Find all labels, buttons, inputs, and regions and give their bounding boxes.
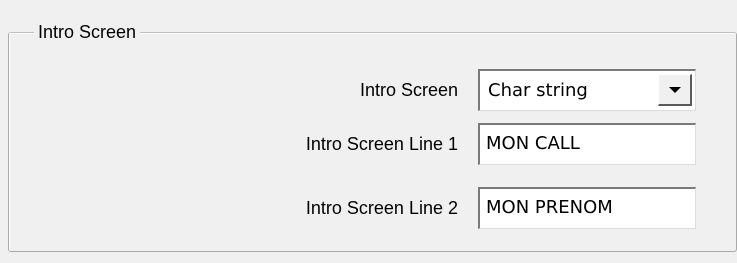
groupbox-title: Intro Screen — [34, 21, 141, 43]
chevron-down-icon — [668, 86, 681, 93]
intro-screen-line2-label: Intro Screen Line 2 — [305, 198, 458, 218]
intro-screen-line1-input[interactable]: MON CALL — [478, 123, 696, 165]
dropdown-button[interactable] — [658, 74, 692, 106]
intro-screen-line2-input[interactable]: MON PRENOM — [478, 187, 696, 229]
intro-screen-select[interactable]: Char string — [478, 69, 696, 111]
intro-screen-label: Intro Screen — [359, 80, 458, 100]
intro-screen-line1-label: Intro Screen Line 1 — [305, 134, 458, 154]
intro-screen-select-value: Char string — [488, 80, 588, 101]
settings-panel: Intro Screen Intro Screen Char string In… — [0, 0, 737, 263]
